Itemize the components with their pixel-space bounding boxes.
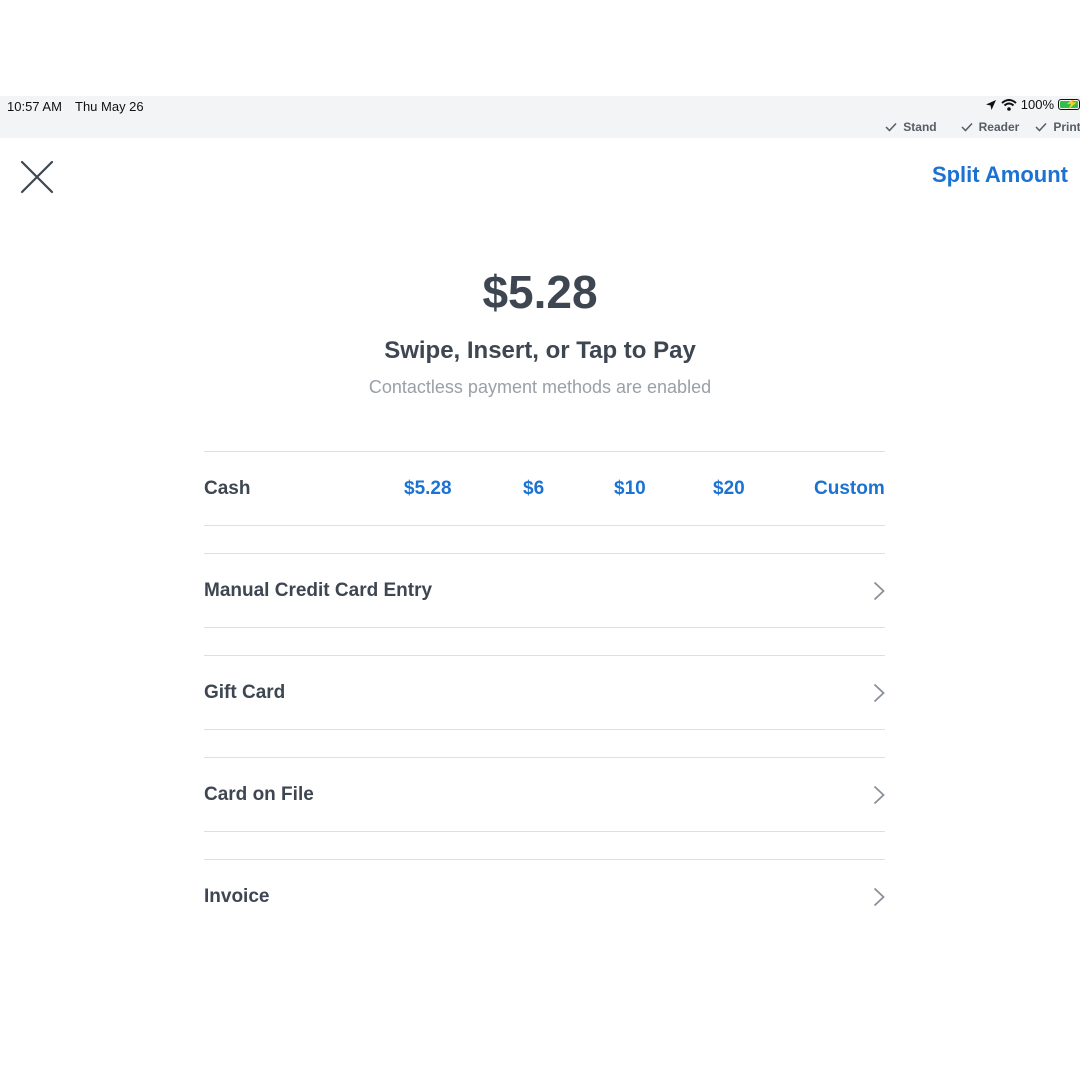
wifi-icon — [1001, 98, 1017, 111]
chevron-right-icon — [873, 683, 885, 703]
cash-option-exact[interactable]: $5.28 — [404, 478, 452, 500]
payment-instruction: Swipe, Insert, or Tap to Pay — [384, 337, 696, 364]
chevron-right-icon — [873, 887, 885, 907]
device-printer[interactable]: Printer — [1035, 120, 1080, 134]
device-label: Reader — [978, 120, 1020, 134]
battery-icon: ⚡ — [1058, 99, 1080, 110]
device-reader[interactable]: Reader — [961, 120, 1020, 134]
contactless-note: Contactless payment methods are enabled — [368, 377, 712, 397]
method-row-gift-card[interactable]: Gift Card — [204, 655, 885, 730]
device-label: Stand — [903, 120, 937, 134]
device-status-list: Stand Reader Printer — [885, 120, 1080, 134]
cash-option-10[interactable]: $10 — [614, 478, 646, 500]
status-bar: 10:57 AM Thu May 26 100% ⚡ Stand Reader … — [0, 96, 1080, 138]
status-time: 10:57 AM — [7, 99, 62, 114]
cash-option-custom[interactable]: Custom — [814, 478, 885, 500]
method-row-invoice[interactable]: Invoice — [204, 859, 885, 934]
checkmark-icon — [885, 122, 897, 132]
split-amount-button[interactable]: Split Amount — [932, 162, 1068, 188]
method-label: Invoice — [204, 886, 270, 907]
cash-label: Cash — [204, 478, 251, 499]
checkmark-icon — [1035, 122, 1047, 132]
close-button[interactable] — [18, 158, 56, 196]
chevron-right-icon — [873, 785, 885, 805]
payment-amount: $5.28 — [482, 266, 598, 318]
method-row-manual-entry[interactable]: Manual Credit Card Entry — [204, 553, 885, 628]
device-stand[interactable]: Stand — [885, 120, 937, 134]
chevron-right-icon — [873, 581, 885, 601]
cash-option-6[interactable]: $6 — [523, 478, 544, 500]
cash-option-20[interactable]: $20 — [713, 478, 745, 500]
charging-bolt-icon: ⚡ — [1065, 99, 1079, 110]
method-row-card-on-file[interactable]: Card on File — [204, 757, 885, 832]
status-indicators: 100% ⚡ — [985, 97, 1080, 112]
location-arrow-icon — [985, 99, 996, 110]
method-label: Manual Credit Card Entry — [204, 580, 433, 601]
status-date: Thu May 26 — [75, 99, 144, 114]
device-label: Printer — [1053, 120, 1080, 134]
close-icon — [20, 160, 54, 194]
method-label: Gift Card — [204, 682, 286, 703]
cash-row: Cash $5.28 $6 $10 $20 Custom — [204, 451, 885, 526]
method-label: Card on File — [204, 784, 314, 805]
battery-percent: 100% — [1020, 97, 1054, 112]
checkmark-icon — [961, 122, 973, 132]
payment-screen: 10:57 AM Thu May 26 100% ⚡ Stand Reader … — [0, 0, 1080, 1080]
